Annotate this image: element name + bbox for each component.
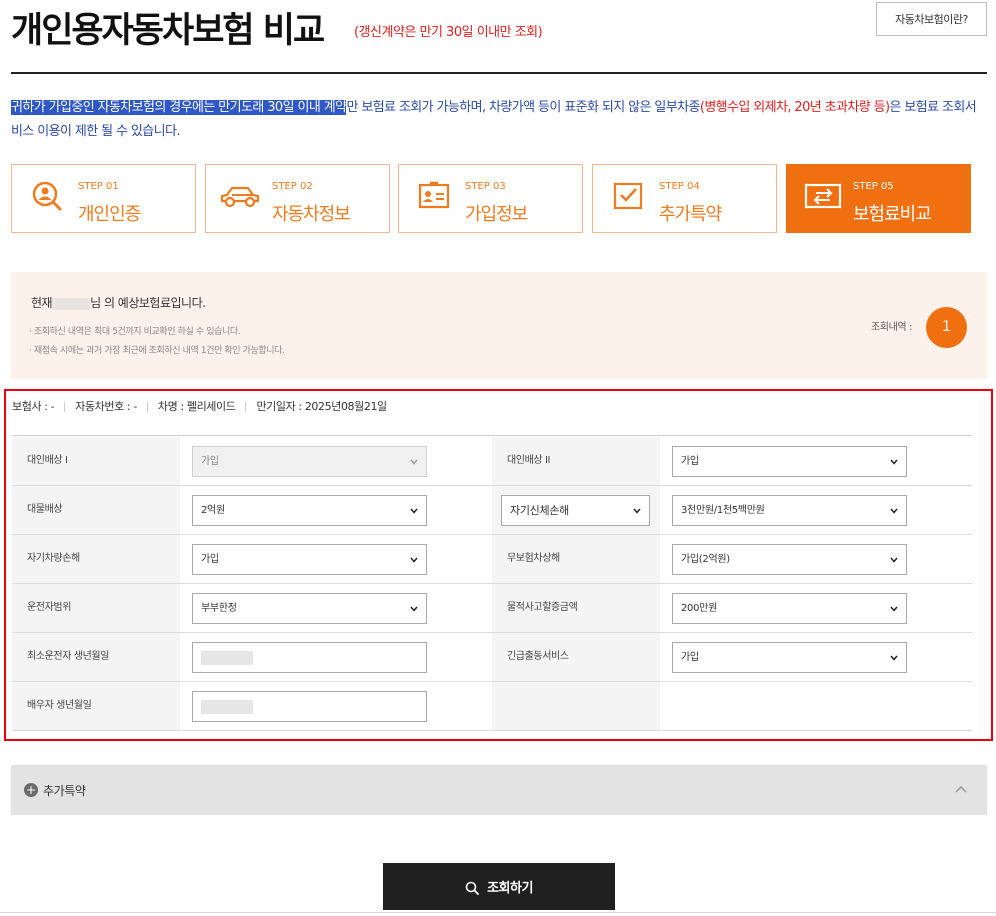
bodily-2-select[interactable]: 가입 (672, 446, 907, 477)
history-count-button[interactable]: 1 (926, 307, 967, 348)
step-label: 가입정보 (465, 204, 528, 225)
compare-icon (803, 179, 843, 213)
search-button-label: 조회하기 (487, 881, 533, 896)
expiry-date: 만기일자 : 2025년08월21일 (256, 400, 387, 413)
chevron-down-icon (890, 606, 898, 612)
step-01[interactable]: STEP 01 개인인증 (11, 164, 196, 233)
label-uninsured: 무보험차상해 (492, 535, 660, 583)
label-bodily-1: 대인배상 I (12, 437, 180, 485)
addon-toggle[interactable]: + 추가특약 (11, 765, 987, 815)
chevron-up-icon (955, 785, 967, 793)
step-number: STEP 02 (272, 181, 313, 192)
masked-name (52, 297, 91, 310)
step-label: 추가특약 (659, 204, 722, 225)
chevron-down-icon (890, 508, 898, 514)
chevron-down-icon (890, 557, 898, 563)
step-number: STEP 03 (465, 181, 506, 192)
coverage-form: 보험사 : - 자동차번호 : - 차명 : 펠리세이드 만기일자 : 2025년08… (4, 389, 993, 741)
spouse-birth-input[interactable] (192, 691, 427, 722)
self-injury-type-select[interactable]: 자기신체손해 (501, 495, 650, 526)
notice-highlight: 귀하가 가입중인 자동차보험의 경우에는 만기도래 30일 이내 계약 (11, 100, 347, 115)
form-row: 자기차량손해 가입 무보험차상해 가입(2억원) (12, 535, 972, 584)
contract-info: 보험사 : - 자동차번호 : - 차명 : 펠리세이드 만기일자 : 2025년08… (12, 398, 387, 414)
id-card-icon (417, 179, 451, 213)
insurer: 보험사 : - (12, 400, 55, 413)
masked-value (201, 700, 253, 714)
step-number: STEP 04 (659, 181, 700, 192)
property-surcharge-select[interactable]: 200만원 (672, 593, 907, 624)
history-label: 조회내역 : (871, 322, 912, 333)
chevron-down-icon (410, 508, 418, 514)
label-bodily-2: 대인배상 II (492, 437, 660, 485)
empty-cell (492, 682, 660, 730)
chevron-down-icon (410, 557, 418, 563)
step-label: 개인인증 (78, 204, 141, 225)
search-person-icon (30, 179, 64, 213)
notice-text: 귀하가 가입중인 자동차보험의 경우에는 만기도래 30일 이내 계약만 보험료… (11, 96, 979, 144)
uninsured-select[interactable]: 가입(2억원) (672, 544, 907, 575)
step-navigation: STEP 01 개인인증 STEP 02 자동차정보 STEP 03 가입정보 … (11, 164, 971, 233)
addon-label: 추가특약 (43, 784, 86, 798)
step-label: 자동차정보 (272, 204, 351, 225)
label-property-surcharge: 물적사고할증금액 (492, 584, 660, 632)
search-button[interactable]: 조회하기 (383, 863, 615, 910)
form-row: 운전자범위 부부한정 물적사고할증금액 200만원 (12, 584, 972, 633)
checkbox-icon (611, 179, 645, 213)
chevron-down-icon (890, 459, 898, 465)
property-select[interactable]: 2억원 (192, 495, 427, 526)
youngest-birth-input[interactable] (192, 642, 427, 673)
step-03[interactable]: STEP 03 가입정보 (398, 164, 583, 233)
car-name: 차명 : 펠리세이드 (157, 400, 236, 413)
search-icon (465, 881, 479, 895)
estimate-panel: 현재 님 의 예상보험료입니다. · 조회하신 내역은 최대 5건까지 비교확인 … (11, 272, 987, 379)
masked-value (201, 651, 253, 665)
help-button[interactable]: 자동차보험이란? (876, 2, 987, 36)
page-subtitle: (갱신계약은 만기 30일 이내만 조회) (354, 25, 543, 40)
estimate-prefix: 현재 (31, 296, 53, 310)
chevron-down-icon (410, 606, 418, 612)
notice-text-1: 만 보험료 조회가 가능하며, 차량가액 등이 표준화 되지 않은 일부차종 (346, 100, 700, 115)
chevron-down-icon (633, 508, 641, 514)
estimate-note-2: · 재접속 시에는 과거 가장 최근에 조회하신 내역 1건만 확인 가능합니다… (29, 346, 285, 356)
form-row: 대인배상 I 가입 대인배상 II 가입 (12, 437, 972, 486)
label-property: 대물배상 (12, 486, 180, 534)
step-04[interactable]: STEP 04 추가특약 (592, 164, 777, 233)
step-05[interactable]: STEP 05 보험료비교 (786, 164, 971, 233)
plus-icon: + (24, 783, 38, 797)
step-number: STEP 05 (853, 181, 894, 192)
driver-scope-select[interactable]: 부부한정 (192, 593, 427, 624)
step-number: STEP 01 (78, 181, 119, 192)
label-youngest-birth: 최소운전자 생년월일 (12, 633, 180, 681)
bodily-1-select: 가입 (192, 446, 427, 477)
info-divider (12, 435, 972, 436)
chevron-down-icon (890, 655, 898, 661)
estimate-note-1: · 조회하신 내역은 최대 5건까지 비교확인 하실 수 있습니다. (29, 327, 241, 337)
label-driver-scope: 운전자범위 (12, 584, 180, 632)
car-number: 자동차번호 : - (75, 400, 137, 413)
title-divider (11, 72, 987, 74)
label-spouse-birth: 배우자 생년월일 (12, 682, 180, 730)
label-own-vehicle: 자기차량손해 (12, 535, 180, 583)
form-row: 대물배상 2억원 자기신체손해 3천만원/1천5백만원 (12, 486, 972, 535)
own-vehicle-select[interactable]: 가입 (192, 544, 427, 575)
bottom-divider (0, 912, 996, 913)
car-icon (218, 179, 262, 213)
self-injury-select[interactable]: 3천만원/1천5백만원 (672, 495, 907, 526)
estimate-suffix: 님 의 예상보험료입니다. (90, 296, 206, 310)
step-label: 보험료비교 (853, 204, 932, 225)
form-row: 최소운전자 생년월일 긴급출동서비스 가입 (12, 633, 972, 682)
page-title: 개인용자동차보험 비교 (11, 11, 325, 51)
estimate-title: 현재 님 의 예상보험료입니다. (31, 294, 206, 311)
label-emergency: 긴급출동서비스 (492, 633, 660, 681)
step-02[interactable]: STEP 02 자동차정보 (205, 164, 390, 233)
emergency-select[interactable]: 가입 (672, 642, 907, 673)
form-row: 배우자 생년월일 (12, 682, 972, 731)
notice-red: (병행수입 외제차, 20년 초과차량 등) (699, 100, 890, 115)
